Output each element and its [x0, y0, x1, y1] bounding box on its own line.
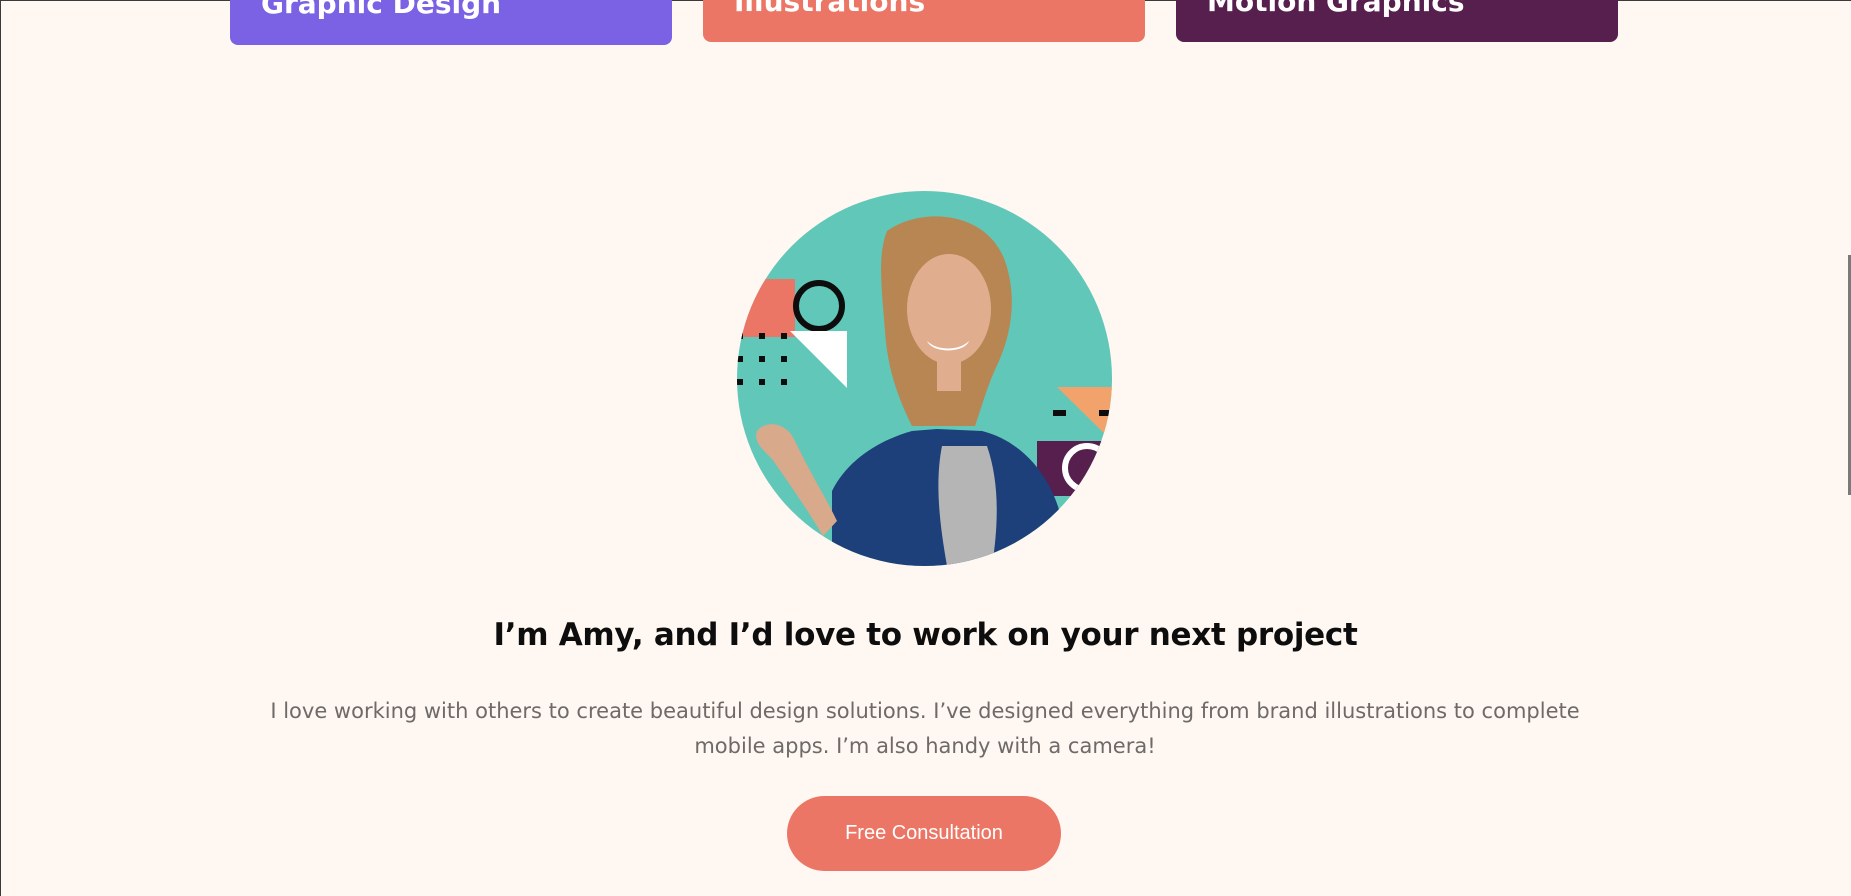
- profile-avatar: [737, 191, 1112, 566]
- profile-photo-illustration: [737, 216, 1112, 566]
- about-bio: I love working with others to create bea…: [270, 699, 1580, 758]
- services-card-row: Graphic Design Illustrations Motion Grap…: [0, 0, 1851, 50]
- service-card-label: Motion Graphics: [1207, 0, 1465, 18]
- about-headline: I’m Amy, and I’d love to work on your ne…: [493, 617, 1358, 653]
- service-card-label: Illustrations: [734, 0, 926, 18]
- service-card-label: Graphic Design: [261, 0, 502, 20]
- window-left-border: [0, 0, 1, 896]
- service-card-illustrations[interactable]: Illustrations: [703, 0, 1145, 42]
- service-card-motion-graphics[interactable]: Motion Graphics: [1176, 0, 1618, 42]
- service-card-graphic-design[interactable]: Graphic Design: [230, 0, 672, 45]
- free-consultation-button[interactable]: Free Consultation: [787, 796, 1061, 871]
